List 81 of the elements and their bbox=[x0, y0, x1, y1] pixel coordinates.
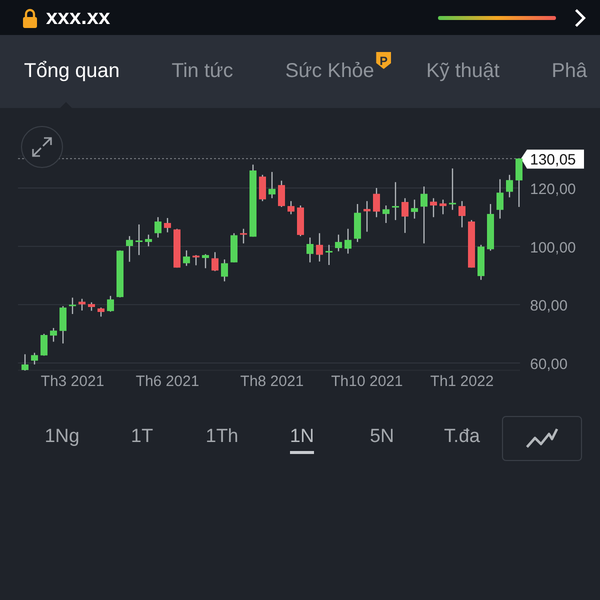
axis-label: Th10 2021 bbox=[331, 373, 403, 390]
axis-label: Th1 2022 bbox=[430, 373, 494, 390]
candlestick bbox=[496, 179, 504, 219]
candlestick bbox=[344, 228, 352, 254]
candlestick bbox=[430, 198, 437, 218]
axis-label: 120,00 bbox=[530, 180, 576, 198]
candlestick bbox=[174, 228, 180, 268]
candlestick bbox=[458, 201, 466, 228]
range-tab[interactable]: 1Ng bbox=[44, 422, 80, 454]
range-tab[interactable]: 5N bbox=[370, 422, 394, 454]
candlestick bbox=[326, 244, 332, 265]
lock-icon bbox=[22, 8, 38, 28]
candlestick bbox=[297, 205, 304, 236]
candlestick bbox=[212, 252, 218, 272]
candlestick bbox=[316, 233, 323, 262]
candlestick bbox=[487, 204, 494, 251]
candlestick bbox=[116, 250, 124, 298]
candlestick bbox=[31, 352, 38, 364]
candlestick bbox=[50, 328, 57, 342]
candlestick bbox=[126, 236, 133, 262]
candlestick bbox=[516, 158, 522, 207]
candlestick bbox=[88, 302, 95, 311]
candlestick bbox=[440, 200, 446, 214]
candlestick bbox=[98, 308, 104, 317]
candlestick bbox=[60, 306, 66, 344]
candlestick bbox=[107, 296, 114, 312]
candlestick bbox=[240, 228, 247, 244]
tab[interactable]: Phâ bbox=[552, 60, 588, 83]
candlestick bbox=[40, 334, 48, 356]
axis-label: Th6 2021 bbox=[136, 373, 200, 390]
candlestick bbox=[420, 186, 428, 244]
tab[interactable]: Tin tức bbox=[172, 60, 234, 83]
range-tab[interactable]: T.đa bbox=[444, 422, 480, 454]
range-tab[interactable]: 1T bbox=[130, 422, 154, 454]
axis-label: 60,00 bbox=[530, 356, 568, 373]
candlestick bbox=[506, 174, 513, 198]
candlestick bbox=[382, 205, 390, 223]
premium-badge: P bbox=[376, 52, 392, 69]
candlestick bbox=[478, 244, 484, 280]
candlestick bbox=[268, 172, 276, 198]
candlestick bbox=[335, 234, 342, 252]
candlestick bbox=[364, 201, 370, 232]
ref-line-label: 130,05 bbox=[530, 152, 576, 169]
candlestick bbox=[202, 254, 209, 268]
candlestick bbox=[78, 298, 86, 310]
candlestick bbox=[392, 182, 399, 220]
candlestick bbox=[354, 204, 361, 242]
expand-button[interactable] bbox=[21, 126, 63, 168]
title: xxx.xx bbox=[46, 6, 110, 30]
candlestick bbox=[306, 238, 314, 262]
range-tab[interactable]: 1Th bbox=[206, 422, 238, 454]
tab[interactable]: Kỹ thuật bbox=[426, 60, 500, 83]
axis-label: 80,00 bbox=[530, 298, 568, 315]
candlestick bbox=[183, 250, 190, 266]
candlestick bbox=[402, 198, 408, 233]
range-tab[interactable]: 1N bbox=[290, 422, 314, 454]
candlestick bbox=[411, 200, 418, 219]
candlestick bbox=[164, 218, 171, 232]
candlestick bbox=[373, 188, 380, 218]
candlestick bbox=[136, 224, 142, 256]
axis-label: Th3 2021 bbox=[40, 373, 104, 390]
chart-type-button[interactable] bbox=[502, 416, 582, 460]
candlestick bbox=[145, 234, 152, 246]
candlestick bbox=[468, 220, 475, 268]
candlestick bbox=[288, 201, 294, 214]
expand-icon bbox=[31, 136, 53, 158]
axis-label: 100,00 bbox=[530, 239, 576, 256]
candlestick bbox=[449, 168, 456, 210]
candlestick bbox=[69, 298, 76, 314]
candlestick bbox=[192, 255, 200, 266]
price-tag: 130,05 bbox=[521, 150, 584, 169]
candlestick bbox=[22, 354, 28, 371]
candlestick bbox=[221, 259, 228, 282]
line-chart-icon bbox=[525, 427, 559, 449]
tab[interactable]: Tổng quan bbox=[24, 60, 120, 83]
chevron-right-icon[interactable] bbox=[574, 8, 586, 28]
candlestick bbox=[230, 233, 238, 262]
axis-label: Th8 2021 bbox=[240, 373, 304, 390]
candlestick bbox=[259, 174, 266, 202]
candlestick bbox=[278, 180, 285, 207]
candlestick bbox=[154, 217, 162, 238]
